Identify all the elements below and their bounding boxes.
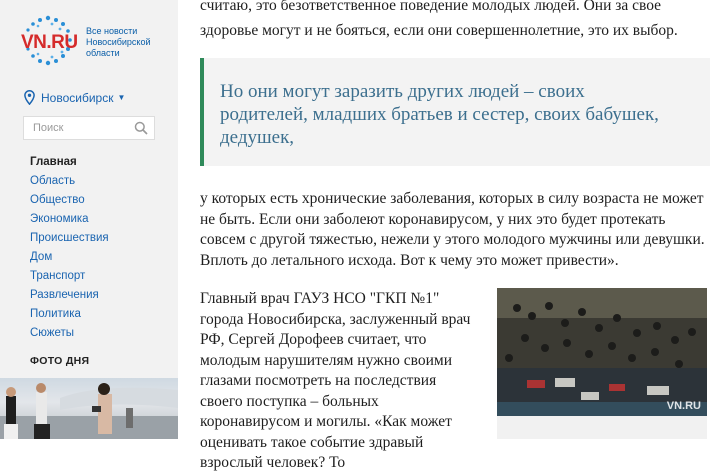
article-paragraph: считаю, это безответственное поведение м… [200, 0, 678, 39]
nav-item-incidents[interactable]: Происшествия [30, 229, 109, 248]
nav-item-home[interactable]: Дом [30, 248, 109, 267]
location-pin-icon [24, 90, 35, 105]
crowd-photo-icon [497, 288, 707, 416]
blockquote-text: Но они могут заразить других людей – сво… [220, 81, 659, 148]
nav-item-politics[interactable]: Политика [30, 305, 109, 324]
nav-item-transport[interactable]: Транспорт [30, 267, 109, 286]
nav-item-stories[interactable]: Сюжеты [30, 324, 109, 343]
nav-item-economy[interactable]: Экономика [30, 210, 109, 229]
nav-item-entertainment[interactable]: Развлечения [30, 286, 109, 305]
logo-tagline: Все новости Новосибирской области [86, 26, 151, 58]
logo-brand: VN.RU [21, 32, 78, 53]
search-icon[interactable] [134, 121, 148, 135]
article-paragraph: Главный врач ГАУЗ НСО "ГКП №1" города Но… [200, 290, 471, 471]
main-nav: Главная Область Общество Экономика Проис… [30, 153, 109, 343]
photo-of-day-heading: ФОТО ДНЯ [30, 355, 90, 367]
nav-item-main[interactable]: Главная [30, 153, 109, 172]
photo-of-day-image[interactable] [0, 378, 178, 439]
image-caption-area [497, 416, 707, 439]
nav-item-society[interactable]: Общество [30, 191, 109, 210]
article-paragraph: у которых есть хронические заболевания, … [200, 190, 705, 269]
search-input[interactable] [31, 121, 135, 135]
city-selector[interactable]: Новосибирск ▼ [24, 90, 125, 105]
site-logo[interactable]: VN.RU Все новости Новосибирской области [18, 14, 178, 66]
image-watermark: VN.RU [666, 400, 701, 412]
nav-item-region[interactable]: Область [30, 172, 109, 191]
article-blockquote: Но они могут заразить других людей – сво… [200, 58, 710, 166]
chevron-down-icon: ▼ [117, 93, 126, 102]
photo-scene-icon [0, 383, 178, 439]
search-box [23, 116, 155, 140]
city-label: Новосибирск [41, 90, 114, 105]
article-image[interactable]: VN.RU [497, 288, 707, 416]
sidebar: VN.RU Все новости Новосибирской области … [0, 0, 178, 439]
